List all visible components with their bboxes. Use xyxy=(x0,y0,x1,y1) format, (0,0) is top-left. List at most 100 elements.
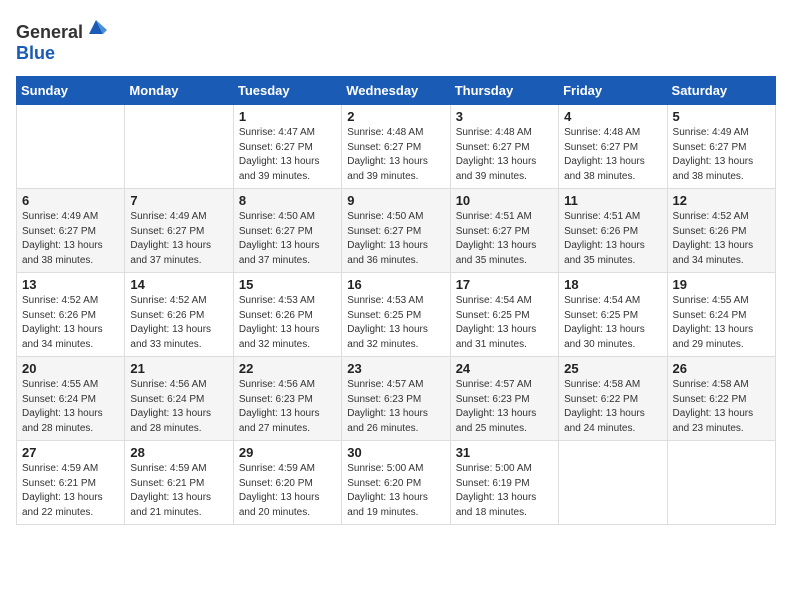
day-number: 28 xyxy=(130,445,227,460)
calendar-cell: 22 Sunrise: 4:56 AMSunset: 6:23 PMDayligh… xyxy=(233,357,341,441)
calendar-cell xyxy=(559,441,667,525)
day-info: Sunrise: 4:58 AMSunset: 6:22 PMDaylight:… xyxy=(673,378,770,436)
calendar-header-row: SundayMondayTuesdayWednesdayThursdayFrid… xyxy=(17,77,776,105)
day-info: Sunrise: 4:53 AMSunset: 6:25 PMDaylight:… xyxy=(347,294,444,352)
calendar-cell: 8Sunrise: 4:50 AMSunset: 6:27 PMDaylight… xyxy=(233,189,341,273)
day-info: Sunrise: 4:49 AMSunset: 6:27 PMDaylight:… xyxy=(673,126,770,184)
day-info: Sunrise: 4:51 AMSunset: 6:26 PMDaylight:… xyxy=(564,210,661,268)
day-info: Sunrise: 4:50 AMSunset: 6:27 PMDaylight:… xyxy=(347,210,444,268)
day-number: 18 xyxy=(564,277,661,292)
calendar-week-row: 20 Sunrise: 4:55 AMSunset: 6:24 PMDayligh… xyxy=(17,357,776,441)
day-info: Sunrise: 4:59 AMSunset: 6:21 PMDaylight:… xyxy=(130,462,227,520)
calendar-week-row: 6 Sunrise: 4:49 AMSunset: 6:27 PMDaylight… xyxy=(17,189,776,273)
day-number: 16 xyxy=(347,277,444,292)
day-info: Sunrise: 4:49 AMSunset: 6:27 PMDaylight:… xyxy=(130,210,227,268)
day-header-wednesday: Wednesday xyxy=(342,77,450,105)
day-number: 22 xyxy=(239,361,336,376)
calendar-cell: 20 Sunrise: 4:55 AMSunset: 6:24 PMDayligh… xyxy=(17,357,125,441)
day-number: 4 xyxy=(564,109,661,124)
calendar-cell: 24 Sunrise: 4:57 AMSunset: 6:23 PMDayligh… xyxy=(450,357,558,441)
day-info: Sunrise: 4:56 AMSunset: 6:24 PMDaylight:… xyxy=(130,378,227,436)
day-number: 1 xyxy=(239,109,336,124)
day-number: 12 xyxy=(673,193,770,208)
calendar-cell: 31 Sunrise: 5:00 AMSunset: 6:19 PMDayligh… xyxy=(450,441,558,525)
day-number: 29 xyxy=(239,445,336,460)
calendar-cell xyxy=(667,441,775,525)
calendar-cell: 14 Sunrise: 4:52 AMSunset: 6:26 PMDayligh… xyxy=(125,273,233,357)
logo: General Blue xyxy=(16,16,107,64)
calendar-cell: 1 Sunrise: 4:47 AMSunset: 6:27 PMDaylight… xyxy=(233,105,341,189)
day-info: Sunrise: 4:49 AMSunset: 6:27 PMDaylight:… xyxy=(22,210,119,268)
day-info: Sunrise: 4:47 AMSunset: 6:27 PMDaylight:… xyxy=(239,126,336,184)
day-number: 27 xyxy=(22,445,119,460)
day-number: 25 xyxy=(564,361,661,376)
calendar-cell: 21 Sunrise: 4:56 AMSunset: 6:24 PMDayligh… xyxy=(125,357,233,441)
calendar-cell: 10 Sunrise: 4:51 AMSunset: 6:27 PMDayligh… xyxy=(450,189,558,273)
logo-text: General Blue xyxy=(16,16,107,64)
calendar-cell: 13 Sunrise: 4:52 AMSunset: 6:26 PMDayligh… xyxy=(17,273,125,357)
logo-blue: Blue xyxy=(16,43,55,63)
day-number: 23 xyxy=(347,361,444,376)
day-info: Sunrise: 4:57 AMSunset: 6:23 PMDaylight:… xyxy=(456,378,553,436)
calendar-cell: 9 Sunrise: 4:50 AMSunset: 6:27 PMDaylight… xyxy=(342,189,450,273)
day-number: 6 xyxy=(22,193,119,208)
calendar-cell: 6 Sunrise: 4:49 AMSunset: 6:27 PMDaylight… xyxy=(17,189,125,273)
day-header-tuesday: Tuesday xyxy=(233,77,341,105)
day-number: 7 xyxy=(130,193,227,208)
day-number: 17 xyxy=(456,277,553,292)
day-number: 13 xyxy=(22,277,119,292)
day-info: Sunrise: 4:48 AMSunset: 6:27 PMDaylight:… xyxy=(564,126,661,184)
calendar-cell: 23Sunrise: 4:57 AMSunset: 6:23 PMDayligh… xyxy=(342,357,450,441)
day-info: Sunrise: 4:55 AMSunset: 6:24 PMDaylight:… xyxy=(22,378,119,436)
day-header-sunday: Sunday xyxy=(17,77,125,105)
calendar-cell: 26 Sunrise: 4:58 AMSunset: 6:22 PMDayligh… xyxy=(667,357,775,441)
calendar-cell: 11Sunrise: 4:51 AMSunset: 6:26 PMDayligh… xyxy=(559,189,667,273)
day-number: 31 xyxy=(456,445,553,460)
calendar-week-row: 1 Sunrise: 4:47 AMSunset: 6:27 PMDaylight… xyxy=(17,105,776,189)
day-info: Sunrise: 4:52 AMSunset: 6:26 PMDaylight:… xyxy=(22,294,119,352)
calendar-cell: 12 Sunrise: 4:52 AMSunset: 6:26 PMDayligh… xyxy=(667,189,775,273)
day-info: Sunrise: 4:51 AMSunset: 6:27 PMDaylight:… xyxy=(456,210,553,268)
calendar-cell: 30 Sunrise: 5:00 AMSunset: 6:20 PMDayligh… xyxy=(342,441,450,525)
logo-general: General xyxy=(16,22,83,42)
calendar-cell: 15Sunrise: 4:53 AMSunset: 6:26 PMDayligh… xyxy=(233,273,341,357)
calendar-cell: 4 Sunrise: 4:48 AMSunset: 6:27 PMDaylight… xyxy=(559,105,667,189)
calendar-week-row: 13 Sunrise: 4:52 AMSunset: 6:26 PMDayligh… xyxy=(17,273,776,357)
calendar-table: SundayMondayTuesdayWednesdayThursdayFrid… xyxy=(16,76,776,525)
day-info: Sunrise: 4:52 AMSunset: 6:26 PMDaylight:… xyxy=(130,294,227,352)
day-info: Sunrise: 5:00 AMSunset: 6:20 PMDaylight:… xyxy=(347,462,444,520)
day-info: Sunrise: 4:52 AMSunset: 6:26 PMDaylight:… xyxy=(673,210,770,268)
day-number: 9 xyxy=(347,193,444,208)
day-info: Sunrise: 4:48 AMSunset: 6:27 PMDaylight:… xyxy=(456,126,553,184)
calendar-cell: 17 Sunrise: 4:54 AMSunset: 6:25 PMDayligh… xyxy=(450,273,558,357)
day-header-friday: Friday xyxy=(559,77,667,105)
day-info: Sunrise: 4:50 AMSunset: 6:27 PMDaylight:… xyxy=(239,210,336,268)
day-header-saturday: Saturday xyxy=(667,77,775,105)
day-info: Sunrise: 4:54 AMSunset: 6:25 PMDaylight:… xyxy=(456,294,553,352)
day-number: 14 xyxy=(130,277,227,292)
day-info: Sunrise: 4:54 AMSunset: 6:25 PMDaylight:… xyxy=(564,294,661,352)
calendar-cell xyxy=(17,105,125,189)
day-info: Sunrise: 4:56 AMSunset: 6:23 PMDaylight:… xyxy=(239,378,336,436)
day-number: 10 xyxy=(456,193,553,208)
day-number: 3 xyxy=(456,109,553,124)
calendar-cell: 3 Sunrise: 4:48 AMSunset: 6:27 PMDaylight… xyxy=(450,105,558,189)
day-number: 24 xyxy=(456,361,553,376)
day-number: 15 xyxy=(239,277,336,292)
calendar-cell: 16 Sunrise: 4:53 AMSunset: 6:25 PMDayligh… xyxy=(342,273,450,357)
day-info: Sunrise: 5:00 AMSunset: 6:19 PMDaylight:… xyxy=(456,462,553,520)
calendar-cell: 2Sunrise: 4:48 AMSunset: 6:27 PMDaylight… xyxy=(342,105,450,189)
calendar-cell: 19Sunrise: 4:55 AMSunset: 6:24 PMDayligh… xyxy=(667,273,775,357)
day-number: 20 xyxy=(22,361,119,376)
day-info: Sunrise: 4:59 AMSunset: 6:20 PMDaylight:… xyxy=(239,462,336,520)
day-number: 2 xyxy=(347,109,444,124)
day-info: Sunrise: 4:59 AMSunset: 6:21 PMDaylight:… xyxy=(22,462,119,520)
day-number: 26 xyxy=(673,361,770,376)
calendar-cell: 29 Sunrise: 4:59 AMSunset: 6:20 PMDayligh… xyxy=(233,441,341,525)
day-header-monday: Monday xyxy=(125,77,233,105)
day-info: Sunrise: 4:58 AMSunset: 6:22 PMDaylight:… xyxy=(564,378,661,436)
day-number: 21 xyxy=(130,361,227,376)
page-header: General Blue xyxy=(16,16,776,64)
day-number: 30 xyxy=(347,445,444,460)
logo-icon xyxy=(85,16,107,38)
